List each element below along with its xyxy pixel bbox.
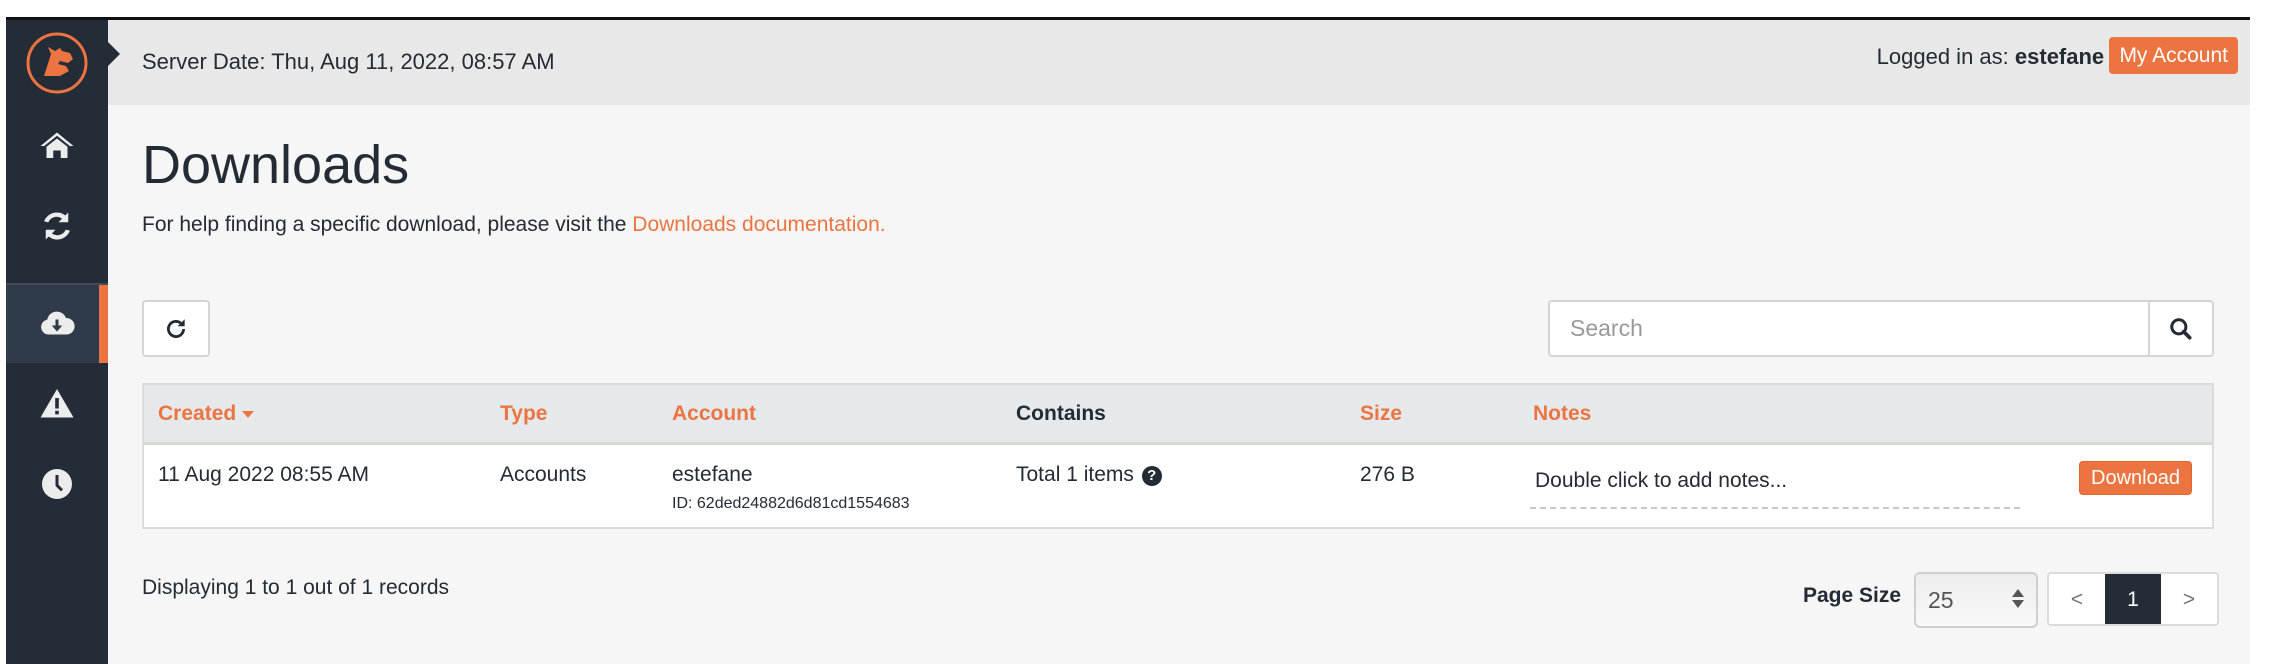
sidebar — [6, 20, 108, 664]
main-content: Server Date: Thu, Aug 11, 2022, 08:57 AM… — [108, 20, 2250, 664]
downloads-table: Created Type Account Contains Size Notes… — [142, 383, 2214, 529]
sidebar-item-sync[interactable] — [6, 186, 108, 266]
sidebar-item-downloads[interactable] — [6, 283, 108, 363]
download-button[interactable]: Download — [2079, 461, 2192, 495]
help-text: For help finding a specific download, pl… — [142, 213, 886, 237]
cell-type: Accounts — [500, 463, 587, 486]
username: estefane — [2014, 44, 2105, 69]
page-title: Downloads — [142, 135, 410, 195]
records-summary: Displaying 1 to 1 out of 1 records — [142, 576, 450, 599]
prev-page-button[interactable]: < — [2049, 574, 2105, 624]
sort-desc-icon — [242, 410, 255, 418]
refresh-button[interactable] — [142, 300, 210, 357]
column-size[interactable]: Size — [1360, 402, 1402, 426]
question-circle-icon[interactable]: ? — [1141, 466, 1162, 486]
sidebar-item-alerts[interactable] — [6, 364, 108, 444]
column-type[interactable]: Type — [500, 402, 547, 426]
top-header: Server Date: Thu, Aug 11, 2022, 08:57 AM… — [108, 20, 2250, 105]
cloud-download-icon — [41, 311, 75, 335]
page-size-select[interactable]: 25 — [1914, 572, 2038, 628]
pagination: < 1 > — [2047, 572, 2219, 626]
page-size-value: 25 — [1928, 586, 1954, 613]
table-row: 11 Aug 2022 08:55 AM Accounts estefane I… — [144, 445, 2212, 527]
refresh-icon — [167, 318, 185, 338]
column-account[interactable]: Account — [672, 402, 756, 426]
cell-created: 11 Aug 2022 08:55 AM — [158, 463, 369, 486]
help-text-body: For help finding a specific download, pl… — [142, 213, 633, 236]
account-id: ID: 62ded24882d6d81cd1554683 — [672, 495, 910, 512]
header-pointer — [108, 42, 120, 66]
column-contains: Contains — [1016, 402, 1106, 425]
my-account-button[interactable]: My Account — [2109, 37, 2238, 74]
logged-in-prefix: Logged in as: — [1876, 44, 2015, 69]
documentation-link[interactable]: Downloads documentation. — [632, 213, 885, 236]
clock-icon — [42, 469, 72, 499]
column-created[interactable]: Created — [158, 402, 255, 426]
next-page-button[interactable]: > — [2161, 574, 2217, 624]
cell-contains: Total 1 items ? — [1016, 463, 1162, 487]
account-name: estefane — [672, 463, 753, 486]
select-arrows-icon — [2012, 589, 2024, 608]
warning-icon — [40, 389, 74, 418]
sync-icon — [44, 212, 70, 240]
contains-text: Total 1 items — [1016, 463, 1134, 486]
search-input[interactable] — [1548, 300, 2148, 357]
search-button[interactable] — [2148, 300, 2214, 357]
logged-in-info: Logged in as: estefane | — [1877, 44, 2116, 70]
sidebar-item-history[interactable] — [6, 444, 108, 524]
page-size-label: Page Size — [1803, 584, 1902, 607]
server-date: Server Date: Thu, Aug 11, 2022, 08:57 AM — [142, 49, 555, 74]
cell-account: estefane ID: 62ded24882d6d81cd1554683 — [672, 463, 910, 513]
search-icon — [2170, 317, 2192, 340]
page-1-button[interactable]: 1 — [2105, 574, 2161, 624]
brand-logo[interactable] — [24, 30, 90, 96]
notes-field[interactable]: Double click to add notes... — [1530, 463, 2020, 509]
column-created-label: Created — [158, 402, 237, 425]
home-icon — [40, 132, 74, 158]
table-header: Created Type Account Contains Size Notes — [144, 385, 2212, 445]
column-notes[interactable]: Notes — [1533, 402, 1591, 426]
sidebar-item-home[interactable] — [6, 106, 108, 186]
cell-size: 276 B — [1360, 463, 1415, 486]
